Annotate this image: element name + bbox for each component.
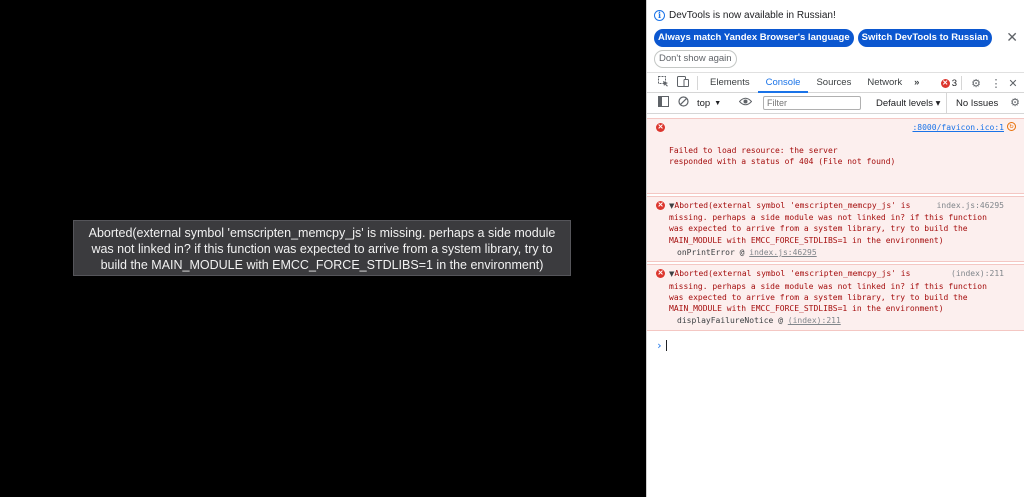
issues-counter[interactable]: No Issues — [946, 93, 998, 114]
kebab-menu-icon[interactable]: ⋮ — [990, 77, 1002, 90]
sidebar-toggle-icon[interactable] — [653, 96, 673, 110]
stack-function: displayFailureNotice @ — [677, 316, 788, 326]
device-toolbar-icon[interactable] — [673, 75, 693, 90]
console-settings-gear-icon[interactable]: ⚙ — [1010, 93, 1020, 114]
error-icon: ✕ — [656, 200, 665, 210]
dont-show-again-button[interactable]: Don't show again — [654, 50, 737, 68]
network-request-icon[interactable]: ↻ — [1007, 122, 1016, 131]
tab-sources[interactable]: Sources — [808, 73, 859, 93]
infobar-message: DevTools is now available in Russian! — [669, 9, 836, 21]
text-cursor — [665, 340, 667, 352]
switch-to-russian-button[interactable]: Switch DevTools to Russian — [857, 29, 993, 47]
error-overlay-text: Aborted(external symbol 'emscripten_memc… — [88, 226, 556, 272]
close-devtools-icon[interactable]: ✕ — [1006, 77, 1020, 90]
message-source-link[interactable]: :8000/favicon.ico:1 — [912, 122, 1004, 133]
console-messages: ✕ Failed to load resource: the server re… — [647, 114, 1024, 331]
always-match-language-button[interactable]: Always match Yandex Browser's language — [654, 29, 854, 47]
error-icon: ✕ — [656, 123, 665, 132]
stack-function: onPrintError @ — [677, 247, 750, 257]
message-source-link[interactable]: (index):211 — [951, 268, 1004, 279]
live-expression-eye-icon[interactable] — [735, 97, 755, 109]
message-text: Aborted(external symbol 'emscripten_memc… — [669, 269, 987, 314]
page-viewport: Aborted(external symbol 'emscripten_memc… — [0, 0, 646, 497]
clear-console-icon[interactable] — [673, 96, 693, 110]
message-text: Failed to load resource: the server resp… — [669, 145, 896, 166]
devtools-panel: i DevTools is now available in Russian! … — [646, 0, 1024, 497]
more-tabs-button[interactable]: » — [910, 73, 923, 93]
error-count-badge[interactable]: ✕ 3 — [940, 77, 957, 89]
stack-source-link[interactable]: (index):211 — [788, 316, 841, 325]
error-icon: ✕ — [940, 78, 950, 88]
language-infobar: i DevTools is now available in Russian! … — [647, 0, 1024, 73]
log-levels-dropdown[interactable]: Default levels ▾ — [876, 93, 940, 114]
tab-console[interactable]: Console — [757, 73, 809, 93]
inspect-element-icon[interactable] — [653, 75, 673, 90]
prompt-chevron-icon: › — [656, 338, 663, 352]
console-error-message[interactable]: ✕ Failed to load resource: the server re… — [647, 118, 1024, 194]
error-overlay: Aborted(external symbol 'emscripten_memc… — [73, 220, 571, 276]
error-icon: ✕ — [656, 269, 665, 279]
close-infobar-icon[interactable]: ✕ — [1006, 29, 1018, 46]
error-count: 3 — [951, 77, 957, 89]
stack-trace-line: displayFailureNotice @ (index):211 — [669, 315, 1016, 326]
console-prompt[interactable]: › — [647, 333, 1024, 352]
info-icon: i — [654, 9, 665, 21]
tab-network[interactable]: Network — [859, 73, 910, 93]
message-source-link[interactable]: index.js:46295 — [937, 200, 1004, 211]
dropdown-arrow-icon: ▼ — [714, 99, 722, 107]
tab-elements[interactable]: Elements — [702, 73, 758, 93]
divider — [961, 76, 962, 90]
stack-source-link[interactable]: index.js:46295 — [749, 248, 816, 257]
context-selector[interactable]: top ▼ — [697, 98, 735, 109]
console-toolbar: top ▼ Default levels ▾ No Issues ⚙ — [647, 93, 1024, 114]
context-label: top — [697, 97, 711, 109]
settings-gear-icon[interactable]: ⚙ — [966, 77, 986, 90]
console-error-message[interactable]: ✕ ▼Aborted(external symbol 'emscripten_m… — [647, 195, 1024, 263]
stack-trace-line: onPrintError @ index.js:46295 — [669, 247, 1016, 258]
divider — [697, 75, 698, 90]
filter-input[interactable] — [763, 96, 861, 110]
devtools-tabbar: Elements Console Sources Network » ✕ 3 ⚙… — [647, 73, 1024, 93]
console-error-message[interactable]: ✕ ▼Aborted(external symbol 'emscripten_m… — [647, 264, 1024, 331]
